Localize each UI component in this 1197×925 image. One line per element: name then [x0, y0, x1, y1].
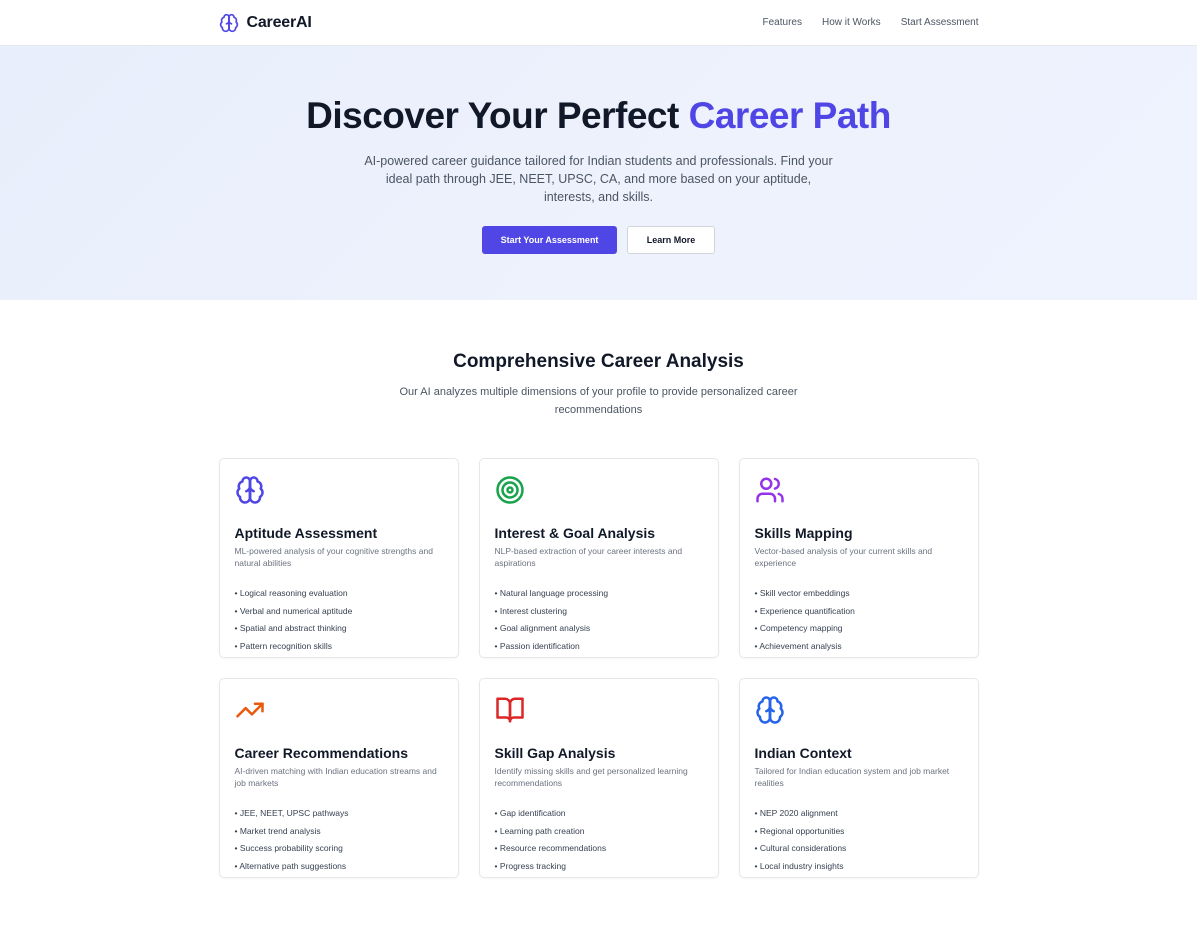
nav-link-how-it-works[interactable]: How it Works: [822, 17, 881, 28]
card-title: Interest & Goal Analysis: [494, 525, 656, 541]
nav-link-start-assessment[interactable]: Start Assessment: [901, 17, 979, 28]
navbar-inner: CareerAI Features How it Works Start Ass…: [219, 0, 979, 45]
card-title: Skills Mapping: [754, 525, 853, 541]
brain-icon: [755, 696, 784, 724]
list-item: • Local industry insights: [754, 860, 844, 871]
list-item: • NEP 2020 alignment: [754, 808, 838, 818]
features-title: Comprehensive Career Analysis: [453, 351, 744, 372]
hero-title: Discover Your Perfect Career Path: [0, 94, 1197, 138]
features-subtitle: Our AI analyzes multiple dimensions of y…: [399, 386, 798, 416]
feature-card-skill-gap: Skill Gap Analysis Identify missing skil…: [478, 678, 719, 878]
list-item: • Goal alignment analysis: [494, 623, 591, 633]
features-section: Comprehensive Career Analysis Our AI ana…: [0, 300, 1197, 878]
card-description: Tailored for Indian education system and…: [754, 766, 950, 788]
hero-title-accent: Career Path: [688, 95, 892, 136]
feature-card-career-recommendations: Career Recommendations AI-driven matchin…: [218, 678, 459, 878]
card-title: Aptitude Assessment: [234, 525, 378, 541]
trending-up-icon: [235, 702, 264, 718]
list-item: • Pattern recognition skills: [234, 640, 332, 651]
list-item: • Logical reasoning evaluation: [234, 588, 348, 598]
card-feature-list: • Logical reasoning evaluation • Verbal …: [235, 585, 443, 655]
brand-logo[interactable]: CareerAI: [219, 13, 312, 33]
brain-icon: [235, 476, 264, 504]
hero-actions: Start Your Assessment Learn More: [0, 226, 1197, 254]
card-description: AI-driven matching with Indian education…: [234, 766, 437, 788]
list-item: • Alternative path suggestions: [234, 860, 347, 871]
card-description: NLP-based extraction of your career inte…: [494, 546, 683, 568]
card-description: Vector-based analysis of your current sk…: [754, 546, 933, 568]
list-item: • Success probability scoring: [234, 843, 343, 853]
learn-more-button[interactable]: Learn More: [627, 226, 715, 254]
start-assessment-button[interactable]: Start Your Assessment: [482, 226, 617, 254]
list-item: • Spatial and abstract thinking: [234, 623, 347, 633]
list-item: • Competency mapping: [754, 623, 843, 633]
list-item: • Market trend analysis: [234, 825, 321, 836]
top-navbar: CareerAI Features How it Works Start Ass…: [0, 0, 1197, 46]
feature-card-grid: Aptitude Assessment ML-powered analysis …: [218, 458, 979, 878]
card-feature-list: • JEE, NEET, UPSC pathways • Market tren…: [235, 805, 443, 875]
brand-name: CareerAI: [246, 13, 312, 31]
hero-subtitle: AI-powered career guidance tailored for …: [364, 154, 833, 204]
nav-links: Features How it Works Start Assessment: [763, 17, 979, 28]
feature-card-indian-context: Indian Context Tailored for Indian educa…: [738, 678, 979, 878]
brain-icon: [219, 13, 238, 32]
list-item: • Natural language processing: [494, 588, 609, 598]
feature-card-skills-mapping: Skills Mapping Vector-based analysis of …: [738, 458, 979, 658]
list-item: • Progress tracking: [494, 860, 566, 871]
list-item: • Resource recommendations: [494, 843, 607, 853]
card-feature-list: • Natural language processing • Interest…: [495, 585, 703, 655]
card-title: Skill Gap Analysis: [494, 745, 616, 761]
card-feature-list: • Gap identification • Learning path cre…: [495, 805, 703, 875]
hero-title-prefix: Discover Your Perfect: [306, 95, 679, 136]
card-feature-list: • NEP 2020 alignment • Regional opportun…: [755, 805, 963, 875]
list-item: • Cultural considerations: [754, 843, 847, 853]
hero-section: Discover Your Perfect Career Path AI-pow…: [0, 46, 1197, 300]
card-title: Indian Context: [754, 745, 852, 761]
nav-link-features[interactable]: Features: [763, 17, 802, 28]
list-item: • Regional opportunities: [754, 825, 845, 836]
list-item: • Skill vector embeddings: [754, 588, 850, 598]
list-item: • JEE, NEET, UPSC pathways: [234, 808, 349, 818]
card-title: Career Recommendations: [234, 745, 409, 761]
list-item: • Experience quantification: [754, 605, 855, 616]
list-item: • Interest clustering: [494, 605, 567, 616]
list-item: • Verbal and numerical aptitude: [234, 605, 353, 616]
feature-card-interest-goal: Interest & Goal Analysis NLP-based extra…: [478, 458, 719, 658]
card-description: Identify missing skills and get personal…: [494, 766, 688, 788]
feature-card-aptitude: Aptitude Assessment ML-powered analysis …: [218, 458, 459, 658]
list-item: • Achievement analysis: [754, 640, 842, 651]
card-feature-list: • Skill vector embeddings • Experience q…: [755, 585, 963, 655]
list-item: • Gap identification: [494, 808, 566, 818]
card-description: ML-powered analysis of your cognitive st…: [234, 546, 433, 568]
list-item: • Passion identification: [494, 640, 580, 651]
target-icon: [495, 476, 524, 504]
users-icon: [755, 477, 784, 503]
list-item: • Learning path creation: [494, 825, 585, 836]
book-open-icon: [495, 697, 524, 723]
